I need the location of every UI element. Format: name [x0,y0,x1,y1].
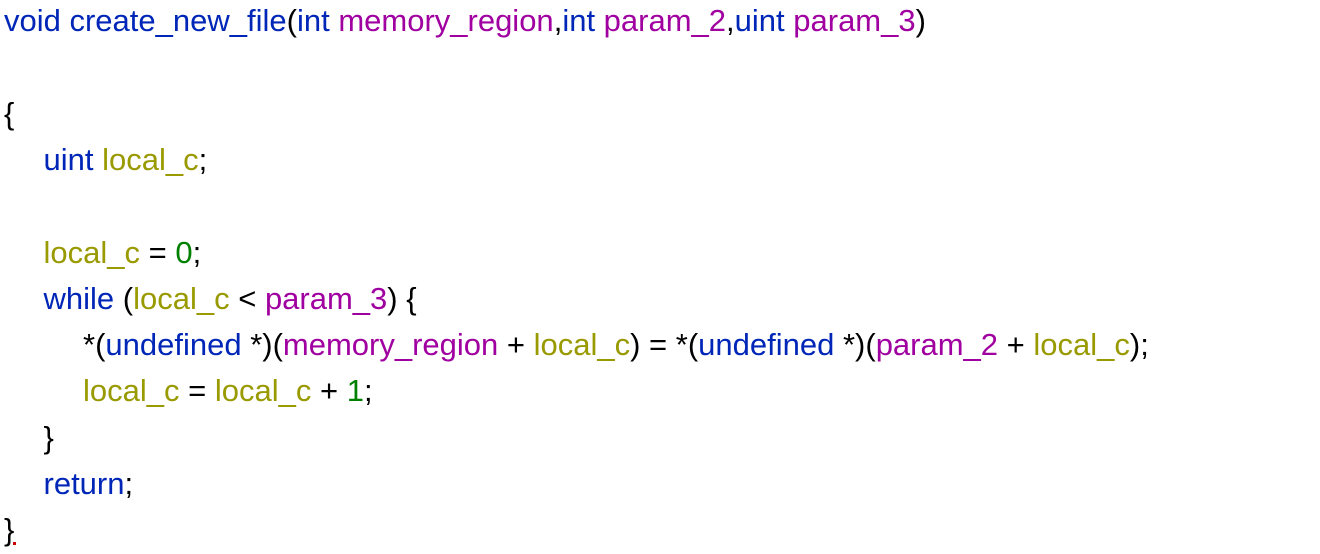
code-token-keyword: undefined [698,327,835,363]
code-token-keyword: create_new_file [69,3,287,38]
code-token-plain: *)( [241,327,283,363]
code-token-local: local_c [43,234,141,270]
code-token-plain: + [311,373,347,409]
code-token-parameter: param_3 [793,3,916,38]
code-token-plain: } [43,419,54,455]
code-token-parameter: memory_region [338,3,554,38]
code-token-parameter: param_3 [264,280,388,316]
code-token-keyword: void [4,3,70,38]
code-token-plain: ) = *( [630,327,699,363]
code-token-local: local_c [1033,327,1130,363]
code-token-parameter: param_2 [603,3,727,38]
code-line: } [4,514,14,554]
code-token-plain: , [726,3,735,38]
code-token-number: 0 [175,234,193,270]
code-line: while (local_c < param_3) { [44,283,417,323]
code-token-parameter: memory_region [282,327,499,363]
code-token-plain: ; [192,234,202,270]
code-line: { [4,98,14,138]
code-token-plain: ) [915,3,926,38]
code-token-keyword: while [43,280,115,316]
code-token-plain: ( [114,280,134,316]
code-token-number: 1 [346,373,364,409]
code-token-local: local_c [133,280,230,316]
code-token-plain: ; [198,141,208,177]
code-token-keyword: uint [43,141,103,177]
code-token-plain: + [998,327,1034,363]
code-token-keyword: int [562,3,604,38]
code-token-plain: ); [1129,327,1149,363]
code-token-plain: = [179,373,215,409]
code-line: uint local_c; [44,144,208,184]
code-token-plain: ; [124,466,134,501]
code-token-plain: { [4,95,15,131]
code-line: local_c = local_c + 1; [83,375,373,415]
code-token-local: local_c [214,373,312,409]
code-token-plain: *( [83,327,106,363]
code-token-local: local_c [83,373,180,409]
code-token-plain: = [140,234,176,270]
code-line: local_c = 0; [44,237,202,277]
code-token-local: local_c [533,327,631,363]
code-line: void create_new_file(int memory_region,i… [4,5,926,45]
code-token-plain: *)( [834,327,876,363]
code-token-plain: + [498,327,534,363]
code-token-plain: ; [363,373,373,409]
code-token-plain: ) { [387,280,417,316]
code-token-local: local_c [102,141,199,177]
code-token-plain: ( [286,3,297,38]
code-token-plain: < [229,280,265,316]
code-token-parameter: param_2 [875,327,999,363]
text-cursor-marker [13,542,16,545]
code-line: return; [44,468,134,508]
code-line: *(undefined *)(memory_region + local_c) … [83,329,1149,369]
code-line: } [44,422,54,462]
code-token-keyword: int [296,3,339,38]
code-token-keyword: return [43,466,125,501]
code-token-keyword: undefined [105,327,242,363]
code-token-keyword: uint [734,3,794,38]
